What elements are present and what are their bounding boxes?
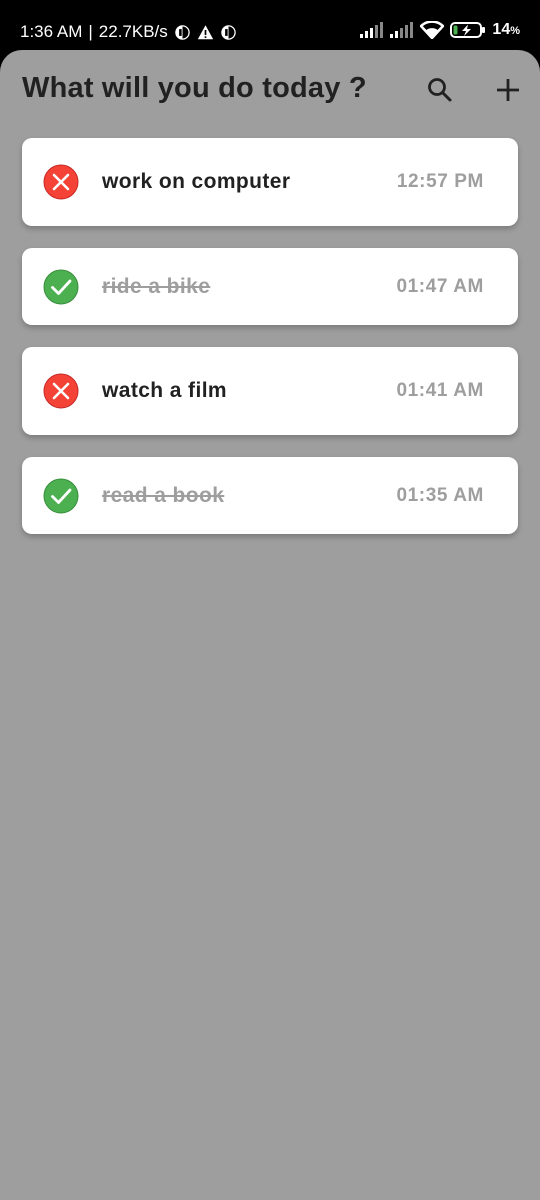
task-time: 01:47 AM (396, 275, 484, 297)
page-title: What will you do today ? (22, 72, 367, 104)
signal-icon-2 (390, 22, 414, 38)
task-time: 01:35 AM (396, 484, 484, 506)
status-right: 14% (360, 21, 520, 39)
task-title: watch a film (102, 379, 227, 402)
status-separator: | (88, 22, 93, 41)
notification-app-icon (175, 24, 190, 40)
battery-icon (450, 22, 486, 38)
task-card[interactable]: work on computer 12:57 PM (22, 138, 518, 226)
status-time: 1:36 AM (20, 22, 83, 41)
task-card[interactable]: ride a bike 01:47 AM (22, 248, 518, 325)
check-circle-icon[interactable] (43, 269, 79, 305)
task-list: work on computer 12:57 PM ride a bike 01… (22, 138, 518, 556)
cancel-icon[interactable] (43, 164, 79, 200)
cancel-icon[interactable] (43, 373, 79, 409)
wifi-icon (420, 21, 445, 39)
notification-app-icon-2 (221, 24, 236, 40)
check-circle-icon[interactable] (43, 478, 79, 514)
status-left: 1:36 AM | 22.7KB/s (20, 22, 237, 42)
add-task-button[interactable] (490, 72, 526, 108)
task-title: read a book (102, 483, 225, 507)
warning-icon (197, 24, 213, 39)
task-time: 01:41 AM (396, 380, 484, 401)
task-card[interactable]: read a book 01:35 AM (22, 457, 518, 534)
task-title: ride a bike (102, 274, 211, 298)
battery-level: 14% (492, 21, 520, 38)
network-speed: 22.7KB/s (98, 22, 168, 41)
plus-icon (497, 79, 519, 101)
main-sheet: What will you do today ? work on compute… (0, 50, 540, 1200)
search-button[interactable] (422, 72, 458, 108)
task-card[interactable]: watch a film 01:41 AM (22, 347, 518, 435)
task-title: work on computer (102, 170, 291, 193)
task-time: 12:57 PM (396, 171, 484, 192)
signal-icon (360, 22, 384, 38)
search-icon (428, 78, 452, 102)
